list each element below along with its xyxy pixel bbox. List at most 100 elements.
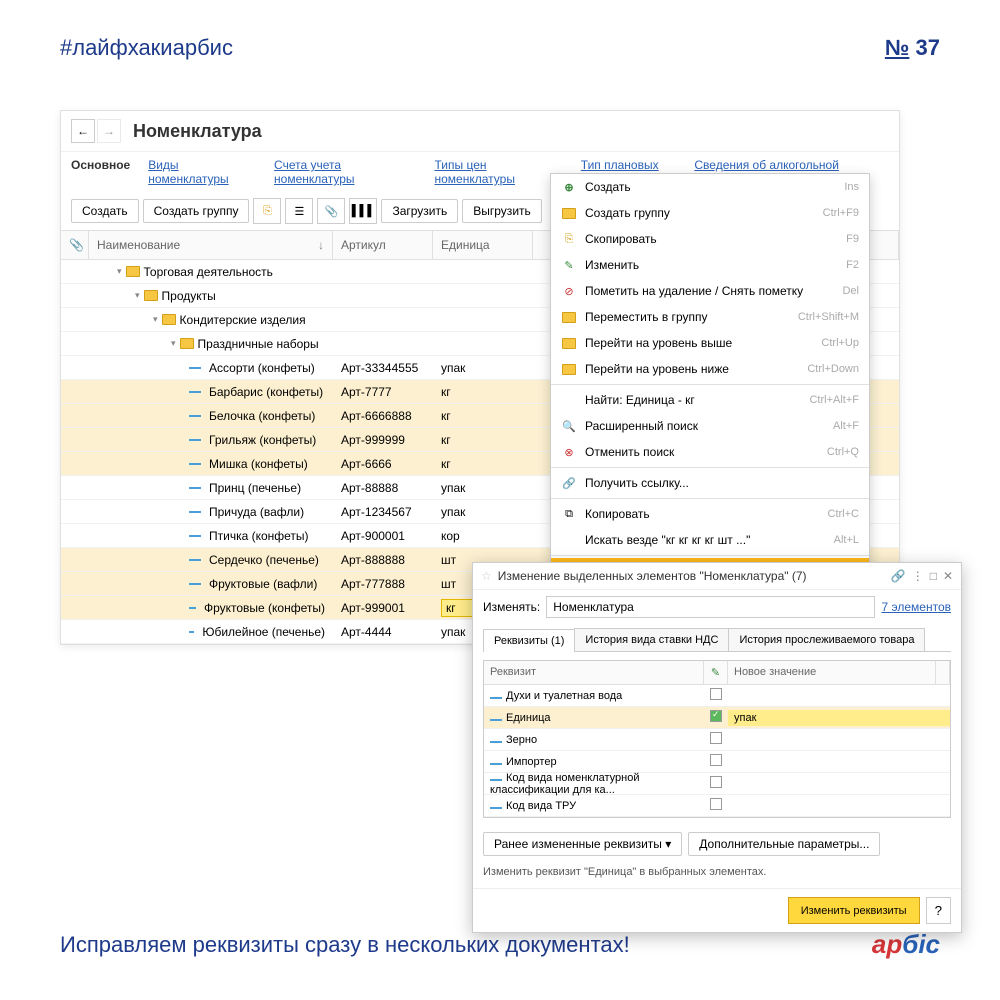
more-icon[interactable]: ⋮ xyxy=(912,569,924,583)
menu-item[interactable]: 🔍Расширенный поискAlt+F xyxy=(551,413,869,439)
maximize-icon[interactable]: □ xyxy=(930,569,937,583)
menu-icon xyxy=(561,361,577,377)
menu-item[interactable]: ⊗Отменить поискCtrl+Q xyxy=(551,439,869,465)
menu-icon: ⊕ xyxy=(561,179,577,195)
forward-button[interactable]: → xyxy=(97,119,121,143)
folder-icon xyxy=(180,338,194,349)
prev-changed-button[interactable]: Ранее измененные реквизиты ▾ xyxy=(483,832,682,856)
folder-icon xyxy=(126,266,140,277)
dlg-col-val: Новое значение xyxy=(728,661,936,684)
menu-item[interactable]: Создать группуCtrl+F9 xyxy=(551,200,869,226)
checkbox[interactable] xyxy=(710,776,722,788)
dialog-grid-row[interactable]: Зерно xyxy=(484,729,950,751)
window-tab[interactable]: Основное xyxy=(71,158,130,186)
menu-icon: 🔍 xyxy=(561,418,577,434)
menu-icon xyxy=(561,205,577,221)
create-group-button[interactable]: Создать группу xyxy=(143,199,250,223)
menu-icon: ⊗ xyxy=(561,444,577,460)
menu-item[interactable]: ⊕СоздатьIns xyxy=(551,174,869,200)
logo: арбіс xyxy=(872,929,940,960)
elements-link[interactable]: 7 элементов xyxy=(881,600,951,614)
menu-item[interactable]: Перейти на уровень нижеCtrl+Down xyxy=(551,356,869,382)
window-tab[interactable]: Типы цен номенклатуры xyxy=(435,158,563,186)
col-article[interactable]: Артикул xyxy=(333,231,433,259)
menu-item[interactable]: ⊘Пометить на удаление / Снять пометкуDel xyxy=(551,278,869,304)
dialog-grid-row[interactable]: Код вида номенклатурной классификации дл… xyxy=(484,773,950,795)
menu-icon: ⊘ xyxy=(561,283,577,299)
menu-icon: 🔗 xyxy=(561,475,577,491)
attach-icon-button[interactable]: 📎 xyxy=(317,198,345,224)
dialog-tab[interactable]: История вида ставки НДС xyxy=(574,628,729,651)
change-label: Изменять: xyxy=(483,600,540,614)
menu-icon xyxy=(561,335,577,351)
dialog-grid-row[interactable]: Духи и туалетная вода xyxy=(484,685,950,707)
menu-item[interactable]: Найти: Единица - кгCtrl+Alt+F xyxy=(551,387,869,413)
item-icon xyxy=(189,463,201,465)
dialog-tab[interactable]: История прослеживаемого товара xyxy=(728,628,925,651)
back-button[interactable]: ← xyxy=(71,119,95,143)
link-icon[interactable]: 🔗 xyxy=(891,569,906,583)
dialog-hint: Изменить реквизит "Единица" в выбранных … xyxy=(473,862,961,888)
menu-icon: ⎘ xyxy=(561,231,577,247)
unload-button[interactable]: Выгрузить xyxy=(462,199,542,223)
copy-icon-button[interactable]: ⎘ xyxy=(253,198,281,224)
item-icon xyxy=(189,631,194,633)
submit-button[interactable]: Изменить реквизиты xyxy=(788,897,920,924)
item-icon xyxy=(189,511,201,513)
item-icon xyxy=(189,367,201,369)
checkbox[interactable] xyxy=(710,754,722,766)
dialog-tab[interactable]: Реквизиты (1) xyxy=(483,629,575,652)
dialog-title: Изменение выделенных элементов "Номенкла… xyxy=(498,569,891,583)
folder-icon xyxy=(144,290,158,301)
item-icon xyxy=(189,607,196,609)
item-icon xyxy=(189,559,201,561)
list-icon-button[interactable]: ☰ xyxy=(285,198,313,224)
col-unit[interactable]: Единица xyxy=(433,231,533,259)
dialog-grid-row[interactable]: Единицаупак xyxy=(484,707,950,729)
dialog-grid-row[interactable]: Код вида ТРУ xyxy=(484,795,950,817)
menu-icon xyxy=(561,392,577,408)
window-tab[interactable]: Счета учета номенклатуры xyxy=(274,158,416,186)
menu-item[interactable]: ⧉КопироватьCtrl+C xyxy=(551,501,869,527)
menu-item[interactable]: ✎ИзменитьF2 xyxy=(551,252,869,278)
extra-params-button[interactable]: Дополнительные параметры... xyxy=(688,832,880,856)
window-tab[interactable]: Виды номенклатуры xyxy=(148,158,256,186)
close-icon[interactable]: ✕ xyxy=(943,569,953,583)
dlg-col-check: ✎ xyxy=(704,661,728,684)
change-input[interactable]: Номенклатура xyxy=(546,596,875,618)
checkbox[interactable] xyxy=(710,688,722,700)
item-icon xyxy=(189,583,201,585)
menu-item[interactable]: Искать везде "кг кг кг кг шт ..."Alt+L xyxy=(551,527,869,553)
folder-icon xyxy=(162,314,176,325)
menu-item[interactable]: 🔗Получить ссылку... xyxy=(551,470,869,496)
help-button[interactable]: ? xyxy=(926,897,951,924)
menu-icon: ⧉ xyxy=(561,506,577,522)
dlg-col-req: Реквизит xyxy=(484,661,704,684)
menu-item[interactable]: ⎘СкопироватьF9 xyxy=(551,226,869,252)
menu-item[interactable]: Перейти на уровень вышеCtrl+Up xyxy=(551,330,869,356)
barcode-icon-button[interactable]: ▌▌▌ xyxy=(349,198,377,224)
menu-item[interactable]: Переместить в группуCtrl+Shift+M xyxy=(551,304,869,330)
edit-dialog: ☆ Изменение выделенных элементов "Номенк… xyxy=(472,562,962,933)
context-menu: ⊕СоздатьInsСоздать группуCtrl+F9⎘Скопиро… xyxy=(550,173,870,585)
item-icon xyxy=(189,487,201,489)
item-icon xyxy=(189,535,201,537)
item-icon xyxy=(189,415,201,417)
checkbox[interactable] xyxy=(710,732,722,744)
window-title: Номенклатура xyxy=(133,121,262,142)
col-name[interactable]: Наименование↓ xyxy=(89,231,333,259)
item-icon xyxy=(189,391,201,393)
page-number: № 37 xyxy=(885,35,940,61)
star-icon[interactable]: ☆ xyxy=(481,569,492,583)
dialog-grid: Реквизит ✎ Новое значение Духи и туалетн… xyxy=(483,660,951,818)
footer-text: Исправляем реквизиты сразу в нескольких … xyxy=(60,932,630,958)
checkbox[interactable] xyxy=(710,798,722,810)
hashtag: #лайфхакиарбис xyxy=(60,35,233,61)
menu-icon xyxy=(561,309,577,325)
create-button[interactable]: Создать xyxy=(71,199,139,223)
checkbox[interactable] xyxy=(710,710,722,722)
load-button[interactable]: Загрузить xyxy=(381,199,458,223)
item-icon xyxy=(189,439,201,441)
menu-icon xyxy=(561,532,577,548)
col-attach: 📎 xyxy=(61,231,89,259)
